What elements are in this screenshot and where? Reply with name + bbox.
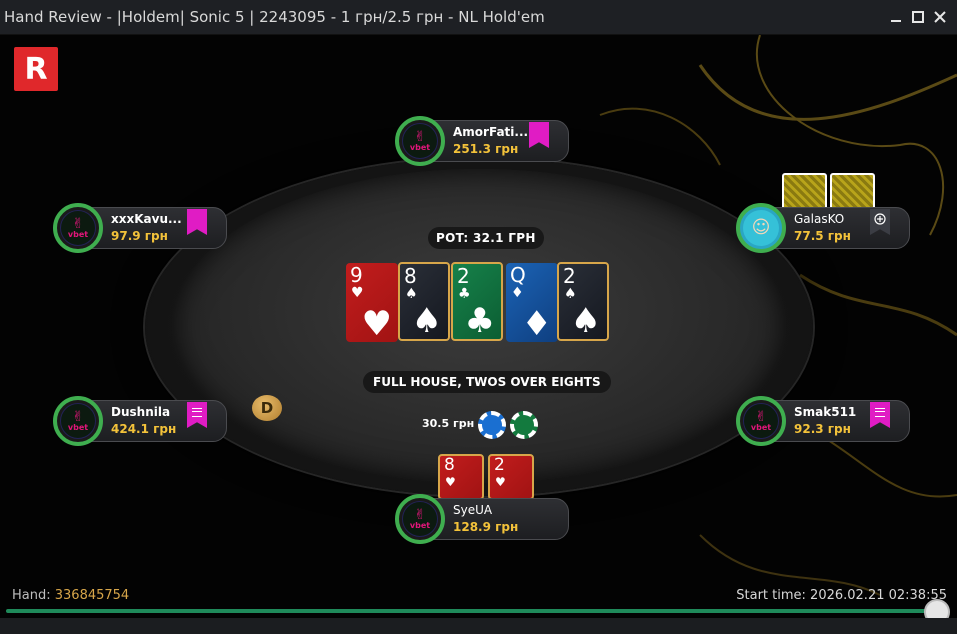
hand-info: Hand: 336845754: [12, 588, 129, 603]
vbet-logo-icon: ✌: [414, 128, 426, 145]
avatar: ✌ vbet: [53, 396, 103, 446]
window-title: Hand Review - |Holdem| Sonic 5 | 2243095…: [4, 8, 545, 26]
bet-amount: 30.5 грн: [422, 417, 475, 430]
seat-dushnila[interactable]: ✌ vbet Dushnila 424.1 грн: [53, 396, 227, 446]
player-stack: 128.9 грн: [453, 520, 519, 534]
player-name: SyeUA: [453, 503, 493, 517]
player-name: AmorFati...: [453, 125, 529, 139]
pot-label: POT: 32.1 ГРН: [428, 227, 544, 249]
player-stack: 77.5 грн: [794, 229, 851, 243]
player-stack: 92.3 грн: [794, 422, 851, 436]
board-card-2: 8 ♠ ♠: [398, 262, 450, 341]
player-name: GalasKO: [794, 212, 845, 226]
brand-logo: R: [14, 47, 58, 91]
vbet-logo-icon: ✌: [414, 506, 426, 523]
hand-rank-label: FULL HOUSE, TWOS OVER EIGHTS: [363, 371, 611, 393]
board-card-3: 2 ♣ ♣: [451, 262, 503, 341]
avatar: ✌ vbet: [736, 396, 786, 446]
replay-progress-bar[interactable]: [6, 609, 942, 613]
hand-number: 336845754: [54, 588, 130, 603]
green-chip-icon: [510, 411, 538, 439]
seat-syeua[interactable]: ✌ vbet SyeUA 128.9 грн: [395, 494, 569, 544]
table-stage: R POT: 32.1 ГРН 9 ♥ ♥ 8 ♠ ♠ 2 ♣ ♣ Q ♦ ♦ 2 ♠ ♠ FULL…: [0, 35, 957, 634]
seat-xxxkavu[interactable]: ✌ vbet xxxKavu... 97.9 грн: [53, 203, 227, 253]
player-stack: 424.1 грн: [111, 422, 177, 436]
player-stack: 97.9 грн: [111, 229, 168, 243]
seat-smak511[interactable]: ✌ vbet Smak511 92.3 грн: [736, 396, 910, 446]
replay-controls-bar: [0, 618, 957, 634]
hero-card-2: 2 ♥: [488, 454, 534, 500]
start-time-value: 2026.02.21 02:38:55: [810, 588, 947, 603]
player-name: xxxKavu...: [111, 212, 182, 226]
player-name: Smak511: [794, 405, 857, 419]
dealer-button: D: [252, 395, 282, 421]
avatar: ✌ vbet: [395, 494, 445, 544]
vbet-logo-icon: ✌: [72, 408, 84, 425]
vbet-logo-icon: ✌: [755, 408, 767, 425]
blue-chip-icon: [478, 411, 506, 439]
player-name: Dushnila: [111, 405, 171, 419]
hero-card-1: 8 ♥: [438, 454, 484, 500]
start-time-info: Start time: 2026.02.21 02:38:55: [736, 588, 947, 603]
avatar: ☺: [736, 203, 786, 253]
hand-label: Hand:: [12, 588, 51, 603]
minimize-icon[interactable]: [885, 6, 907, 28]
board-card-5: 2 ♠ ♠: [557, 262, 609, 341]
seat-galasko[interactable]: ☺ GalasKO 77.5 грн: [736, 203, 910, 253]
board-card-1: 9 ♥ ♥: [346, 263, 398, 342]
girl-avatar-icon: ☺: [751, 217, 771, 238]
seat-amorfati[interactable]: ✌ vbet AmorFati... 251.3 грн: [395, 116, 569, 166]
close-icon[interactable]: [929, 6, 951, 28]
start-time-label: Start time:: [736, 588, 806, 603]
maximize-icon[interactable]: [907, 6, 929, 28]
title-bar: Hand Review - |Holdem| Sonic 5 | 2243095…: [0, 0, 957, 35]
avatar: ✌ vbet: [395, 116, 445, 166]
vbet-logo-icon: ✌: [72, 215, 84, 232]
avatar: ✌ vbet: [53, 203, 103, 253]
board-card-4: Q ♦ ♦: [506, 263, 558, 342]
player-stack: 251.3 грн: [453, 142, 519, 156]
